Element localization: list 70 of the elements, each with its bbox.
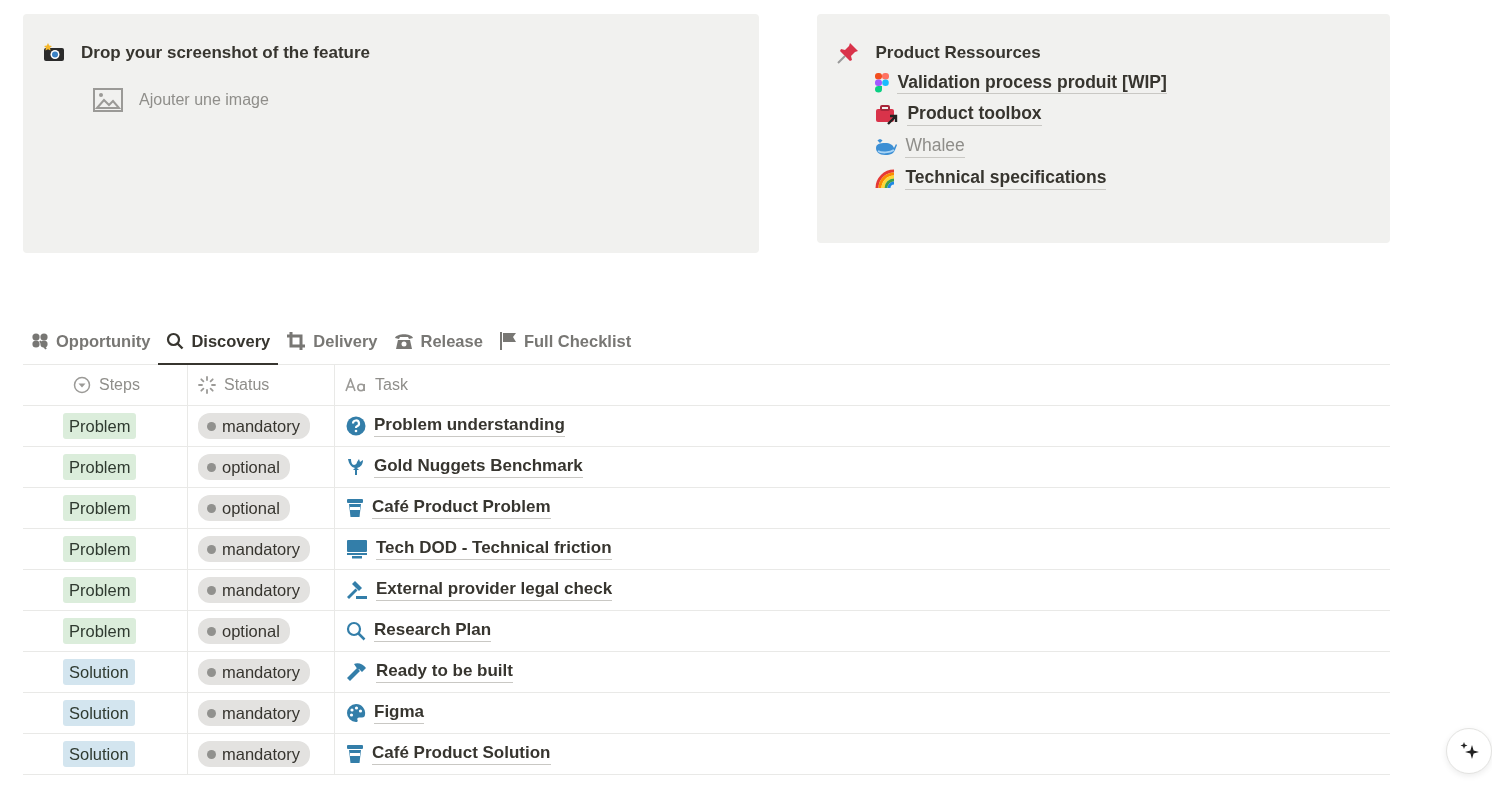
status-tag: mandatory	[198, 699, 310, 727]
step-tag: Solution	[63, 658, 135, 686]
flag-icon	[498, 331, 517, 351]
status-dot	[207, 462, 216, 472]
status-dot	[207, 585, 216, 595]
crop-icon	[286, 331, 307, 351]
status-dot	[207, 667, 216, 677]
monitor-icon	[346, 539, 368, 559]
view-tab[interactable]: Discovery	[158, 319, 279, 365]
status-tag: mandatory	[198, 740, 310, 768]
hammer-icon	[346, 662, 368, 682]
step-tag: Problem	[63, 576, 137, 604]
callout-title: Product Ressources	[875, 42, 1041, 64]
task-link[interactable]: Figma	[374, 702, 425, 724]
callout-title: Drop your screenshot of the feature	[81, 42, 371, 64]
view-tab[interactable]: Full Checklist	[490, 319, 640, 365]
view-tab[interactable]: Release	[385, 319, 491, 365]
whale-icon	[875, 137, 898, 156]
status-dot	[207, 421, 216, 431]
bird-icon	[346, 457, 366, 477]
question-circle-icon	[346, 416, 366, 436]
view-tab[interactable]: Delivery	[278, 319, 386, 365]
step-tag: Problem	[63, 453, 137, 481]
step-tag: Problem	[63, 535, 137, 563]
search-icon	[346, 621, 366, 641]
clover-icon	[31, 332, 49, 350]
loading-spinner-icon	[198, 376, 216, 394]
task-link[interactable]: Café Product Solution	[372, 743, 551, 765]
status-tag: mandatory	[198, 535, 310, 563]
dropdown-circle-icon	[73, 376, 91, 394]
step-tag: Problem	[63, 494, 137, 522]
pushpin-icon	[837, 41, 860, 64]
ai-assistant-button[interactable]	[1446, 728, 1492, 774]
status-dot	[207, 503, 216, 513]
task-link[interactable]: Research Plan	[374, 620, 492, 642]
status-tag: optional	[198, 617, 290, 645]
telephone-icon	[393, 332, 414, 350]
status-dot	[207, 544, 216, 554]
page-link[interactable]: Product toolbox	[907, 103, 1042, 127]
status-tag: mandatory	[198, 412, 310, 440]
camera-icon	[43, 42, 65, 63]
step-tag: Problem	[63, 412, 137, 440]
task-link[interactable]: Problem understanding	[374, 415, 565, 437]
status-tag: mandatory	[198, 576, 310, 604]
step-tag: Solution	[63, 740, 135, 768]
figma-icon	[875, 72, 890, 93]
status-tag: optional	[198, 494, 290, 522]
image-icon	[93, 87, 123, 112]
toolbox-icon	[875, 103, 900, 126]
task-link[interactable]: Tech DOD - Technical friction	[376, 538, 612, 560]
task-link[interactable]: Café Product Problem	[372, 497, 551, 519]
step-tag: Solution	[63, 699, 135, 727]
step-tag: Problem	[63, 617, 137, 645]
cup-icon	[346, 744, 364, 764]
cup-icon	[346, 498, 364, 518]
task-link[interactable]: Gold Nuggets Benchmark	[374, 456, 583, 478]
status-dot	[207, 708, 216, 718]
status-dot	[207, 749, 216, 759]
gavel-icon	[346, 580, 368, 600]
status-tag: optional	[198, 453, 290, 481]
text-type-icon	[345, 378, 367, 392]
page-link[interactable]: Validation process produit [WIP]	[897, 71, 1167, 95]
status-tag: mandatory	[198, 658, 310, 686]
task-link[interactable]: External provider legal check	[376, 579, 613, 601]
search-icon	[166, 332, 185, 350]
page-link[interactable]: Technical specifications	[905, 167, 1107, 190]
task-link[interactable]: Ready to be built	[376, 661, 513, 683]
view-tab[interactable]: Opportunity	[23, 319, 159, 365]
status-dot	[207, 626, 216, 636]
palette-icon	[346, 703, 366, 723]
